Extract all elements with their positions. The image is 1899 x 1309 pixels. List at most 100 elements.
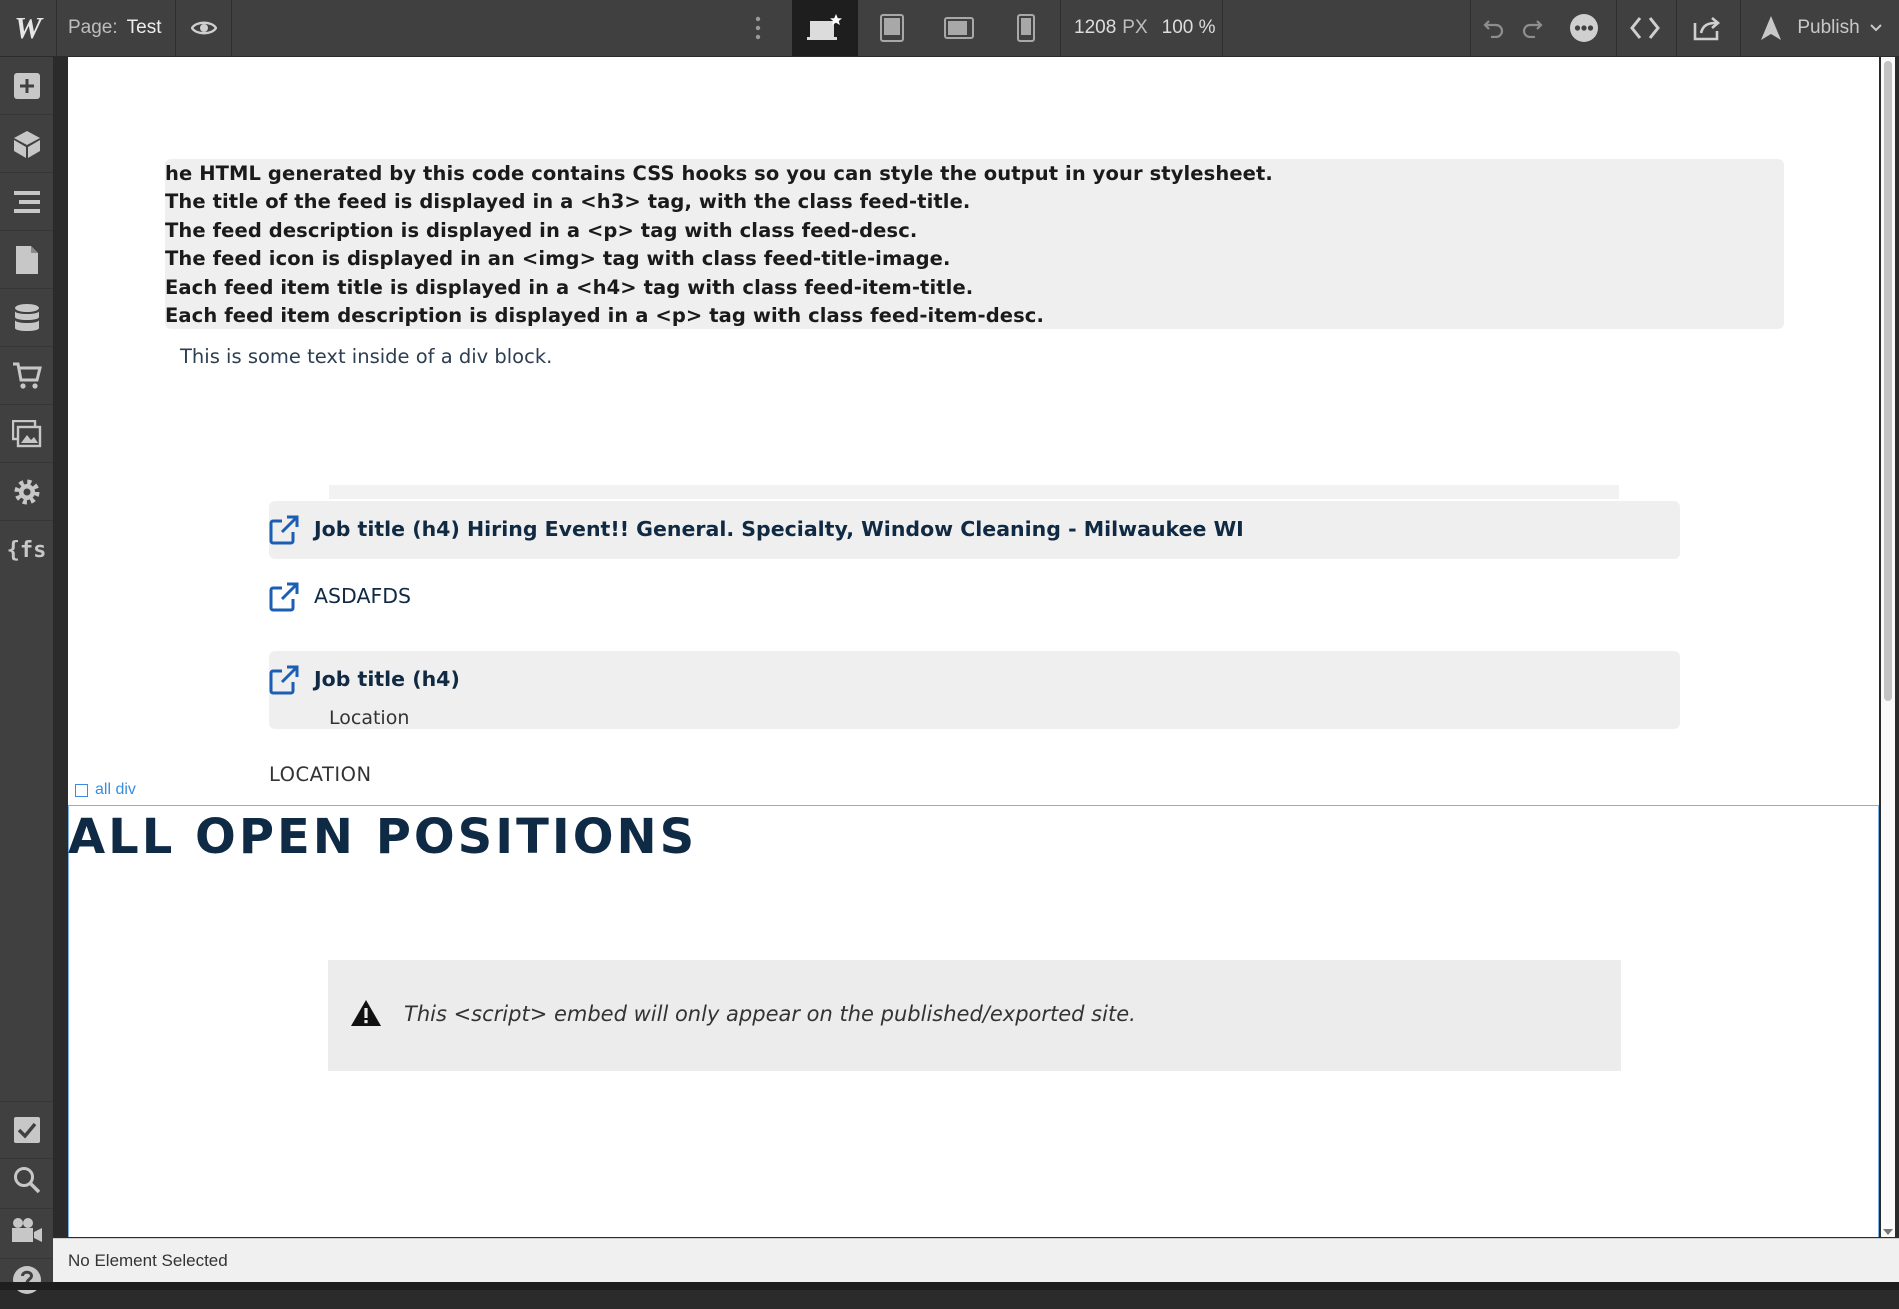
code-line: he HTML generated by this code contains … [165,162,1273,185]
divider [1616,0,1617,56]
desktop-star-icon [807,14,842,40]
chevron-down-icon [1869,24,1882,32]
code-line: The feed description is displayed in a <… [165,218,918,242]
finsweet-extension-button[interactable]: {fs [0,521,53,579]
open-positions-heading[interactable]: ALL OPEN POSITIONS [68,809,697,865]
more-options-button[interactable] [740,0,776,56]
cms-collections-button[interactable] [0,289,53,347]
selection-status: No Element Selected [68,1251,228,1270]
layers-icon [13,190,40,213]
database-icon [14,303,39,331]
add-elements-button[interactable] [0,57,53,115]
code-lines: he HTML generated by this code contains … [165,160,1273,330]
tablet-icon [880,14,904,42]
breakpoint-portrait-button[interactable] [993,0,1059,56]
divider [1470,0,1471,56]
pages-button[interactable] [0,231,53,289]
phone-landscape-icon [944,17,974,39]
publish-label: Publish [1797,17,1860,38]
cart-icon [12,362,42,389]
navigator-button[interactable] [0,173,53,231]
vertical-dots-icon [755,16,761,40]
share-icon [1693,17,1721,41]
preview-button[interactable] [180,0,228,56]
page-name: Test [126,17,162,38]
breadcrumb-status-bar: No Element Selected [53,1238,1899,1282]
code-brackets-icon [1630,17,1660,39]
code-embed-block[interactable]: he HTML generated by this code contains … [165,159,1784,329]
settings-button[interactable] [0,463,53,521]
job-title[interactable]: ASDAFDS [314,584,411,608]
external-link-icon[interactable] [269,665,299,695]
bottom-edge [0,1282,1899,1290]
width-unit: PX [1122,17,1148,38]
code-line: The feed icon is displayed in an <img> t… [165,247,951,271]
search-icon [13,1166,40,1193]
divider [1740,0,1741,56]
external-link-icon[interactable] [269,515,299,545]
scroll-thumb[interactable] [1884,61,1892,701]
redo-icon [1522,20,1543,38]
design-canvas[interactable]: he HTML generated by this code contains … [68,57,1879,1237]
code-line: The title of the feed is displayed in a … [165,190,971,214]
page-prefix: Page: [68,17,118,38]
assets-button[interactable] [0,405,53,463]
webflow-logo[interactable]: W [0,0,56,56]
job-item-3[interactable]: Job title (h4) Location [269,651,1680,729]
width-value: 1208 [1074,17,1117,38]
divider [1222,0,1223,56]
scroll-down-arrow-icon[interactable] [1883,1229,1893,1235]
breakpoint-tablet-button[interactable] [859,0,925,56]
warning-icon [351,1000,381,1026]
div-block-icon [75,783,88,797]
embed-notice: This <script> embed will only appear on … [404,1002,1136,1026]
help-button[interactable] [0,1251,53,1309]
eye-icon [191,21,217,35]
share-button[interactable] [1680,0,1734,56]
job-title[interactable]: Job title (h4) [314,667,460,691]
job-item-1[interactable]: Job title (h4) Hiring Event!! General. S… [269,501,1680,559]
ellipsis-circle-icon [1570,14,1598,42]
activity-button[interactable] [1560,0,1608,56]
ecommerce-button[interactable] [0,347,53,405]
gear-icon [14,479,39,504]
fs-label: {fs [6,537,47,563]
divider [1060,0,1061,56]
symbols-button[interactable] [0,115,53,173]
cube-icon [13,130,40,158]
designer-topbar: W Page: Test 1208 PX 100 % Publish [0,0,1899,57]
job-location[interactable]: Location [329,707,409,729]
job-item-2[interactable]: ASDAFDS [269,571,1680,621]
canvas-scrollbar[interactable] [1881,57,1895,1237]
redo-button[interactable] [1512,0,1552,56]
left-toolbar: {fs [0,57,53,1294]
div-block-text[interactable]: This is some text inside of a div block. [180,345,552,368]
phone-portrait-icon [1017,14,1035,42]
undo-button[interactable] [1474,0,1514,56]
job-title[interactable]: Job title (h4) Hiring Event!! General. S… [314,517,1244,541]
undo-icon [1483,20,1504,38]
canvas-size-readout[interactable]: 1208 PX 100 % [1062,0,1222,56]
divider [56,0,57,56]
script-embed-placeholder[interactable]: This <script> embed will only appear on … [328,960,1621,1071]
plus-box-icon [13,72,40,99]
images-icon [11,419,41,447]
publish-button[interactable]: Publish [1742,0,1899,56]
code-export-button[interactable] [1620,0,1670,56]
location-text[interactable]: LOCATION [269,763,372,786]
video-camera-icon [11,1217,42,1242]
breakpoint-desktop-button[interactable] [792,0,858,56]
collection-list-strip[interactable] [329,485,1619,499]
selected-element-tag[interactable]: all div [75,781,136,799]
help-circle-icon [12,1266,41,1294]
rocket-icon [1761,16,1782,40]
external-link-icon[interactable] [269,582,299,612]
checkbox-check-icon [13,1117,40,1143]
zoom-level: 100 % [1161,17,1216,38]
code-line: Each feed item description is displayed … [165,304,1044,328]
code-line: Each feed item title is displayed in a <… [165,275,974,299]
divider [231,0,232,56]
divider [175,0,176,56]
breakpoint-landscape-button[interactable] [926,0,992,56]
page-selector[interactable]: Page: Test [68,0,162,56]
